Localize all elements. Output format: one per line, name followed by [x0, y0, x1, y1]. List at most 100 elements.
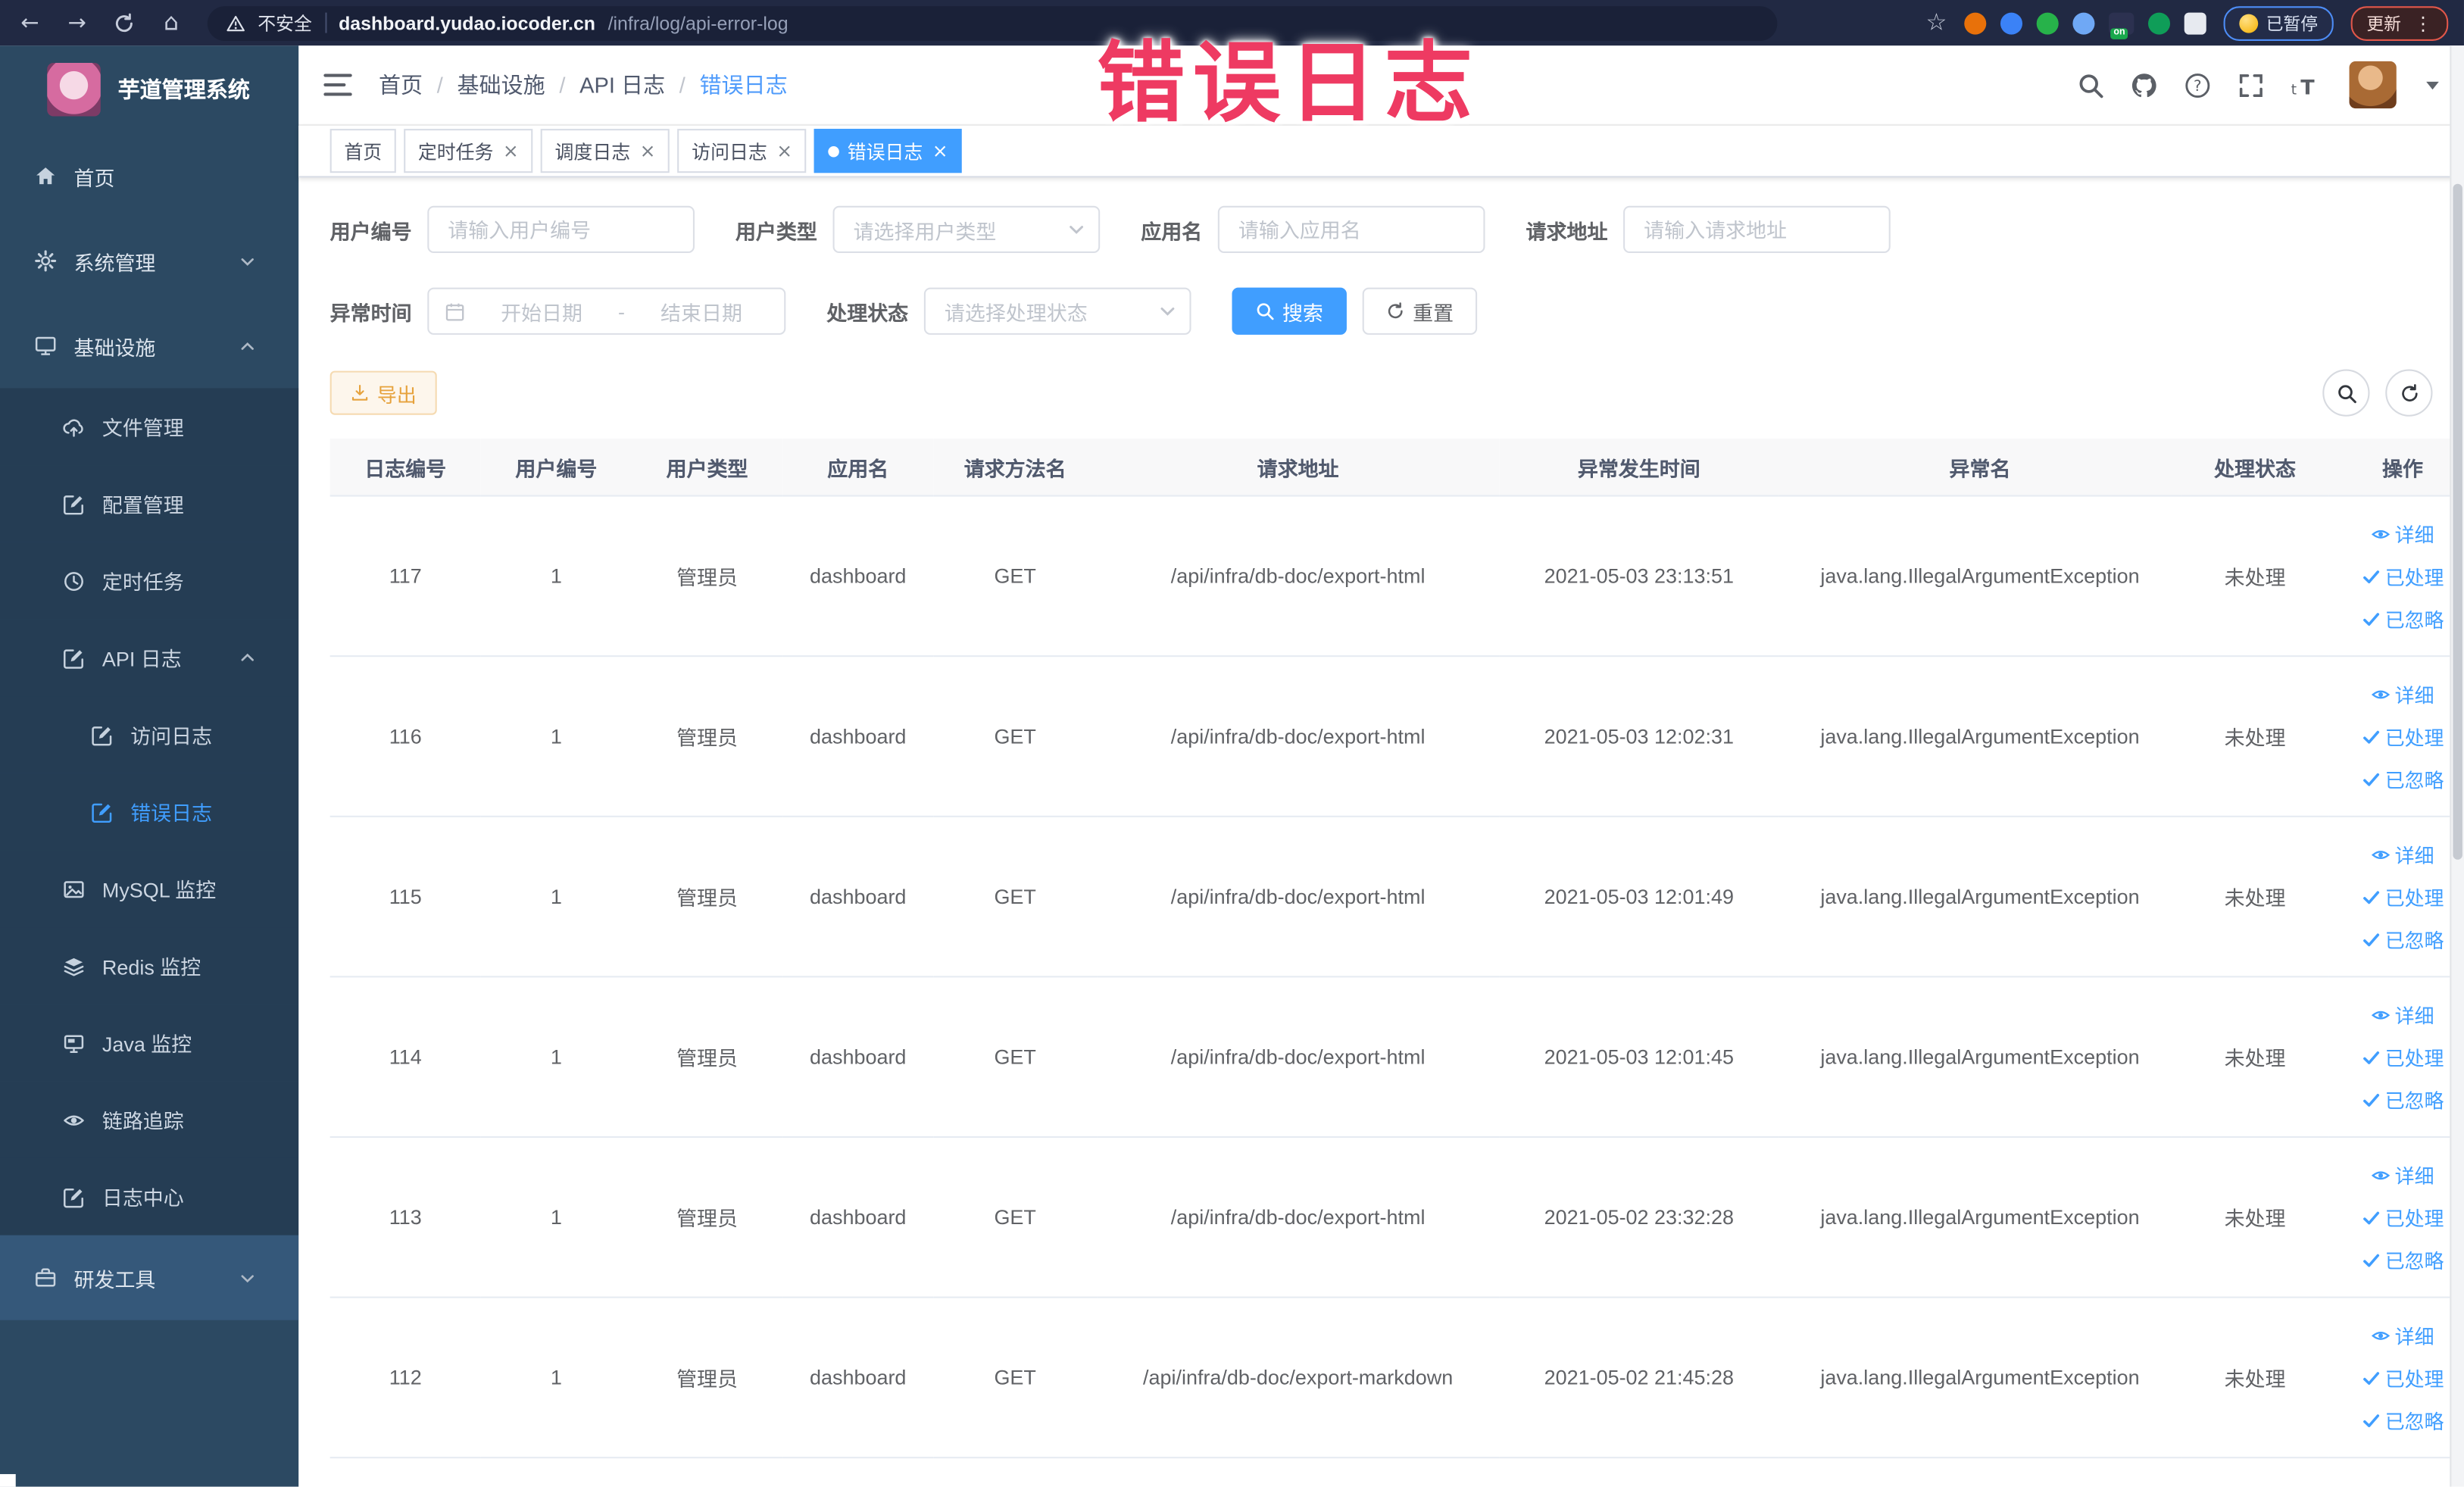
sidebar-item-mysql-monitor[interactable]: MySQL 监控 — [0, 850, 299, 928]
scrollbar-thumb[interactable] — [2453, 183, 2462, 860]
sidebar-item-scheduled-tasks[interactable]: 定时任务 — [0, 542, 299, 620]
cell-user-type: 管理员 — [631, 1136, 783, 1298]
extension-orange-circle-icon[interactable] — [1964, 11, 1987, 34]
request-url-input[interactable] — [1623, 205, 1891, 254]
hamburger-icon[interactable] — [323, 73, 352, 96]
sidebar-item-config-management[interactable]: 配置管理 — [0, 465, 299, 542]
sidebar-item-infrastructure[interactable]: 基础设施 — [0, 303, 298, 388]
date-separator: - — [618, 299, 626, 323]
extension-blue-shield-icon[interactable] — [2000, 11, 2023, 34]
extension-green-leaf-icon[interactable] — [2147, 11, 2171, 34]
action-detail-link[interactable]: 详细 — [2371, 999, 2434, 1029]
action-ignored-link[interactable]: 已忽略 — [2362, 764, 2444, 793]
action-ignored-link[interactable]: 已忽略 — [2362, 1084, 2444, 1114]
action-processed-link[interactable]: 已处理 — [2362, 882, 2444, 911]
sidebar-item-error-log[interactable]: 错误日志 — [0, 773, 299, 851]
sidebar-item-home[interactable]: 首页 — [0, 133, 298, 218]
action-processed-link[interactable]: 已处理 — [2362, 1363, 2444, 1392]
user-id-input[interactable] — [427, 205, 695, 254]
breadcrumb-item[interactable]: API 日志 — [579, 69, 665, 100]
action-processed-link[interactable]: 已处理 — [2362, 1042, 2444, 1071]
fullscreen-icon[interactable] — [2238, 71, 2264, 98]
sidebar-item-redis-monitor[interactable]: Redis 监控 — [0, 927, 299, 1004]
user-type-select[interactable]: 请选择用户类型 — [832, 205, 1101, 254]
breadcrumb-item[interactable]: 基础设施 — [457, 69, 545, 100]
export-button[interactable]: 导出 — [329, 370, 437, 415]
action-detail-link[interactable]: 详细 — [2371, 519, 2434, 548]
action-detail-link[interactable]: 详细 — [2371, 1160, 2434, 1189]
sidebar-item-dev-tools[interactable]: 研发工具 — [0, 1235, 299, 1320]
extension-on-badge-icon[interactable]: on — [2109, 11, 2135, 39]
tab-error-log[interactable]: 错误日志 × — [814, 129, 963, 173]
action-ignored-link[interactable]: 已忽略 — [2362, 1245, 2444, 1274]
paused-badge[interactable]: 已暂停 — [2223, 5, 2334, 40]
tab-home[interactable]: 首页 — [329, 129, 396, 173]
search-icon[interactable] — [2078, 71, 2104, 98]
tab-scheduled-tasks[interactable]: 定时任务 × — [404, 129, 533, 173]
sidebar-item-api-log[interactable]: API 日志 — [0, 619, 299, 697]
sidebar: 芋道管理系统 首页系统管理基础设施 文件管理 配置管理 定时任务 API 日志 访问日志错… — [0, 45, 299, 1487]
toolbox-icon — [35, 1267, 57, 1289]
tab-close-icon[interactable]: × — [640, 142, 656, 161]
sidebar-item-log-center[interactable]: 日志中心 — [0, 1157, 299, 1236]
sidebar-item-system-management[interactable]: 系统管理 — [0, 218, 298, 303]
browser-home-icon[interactable]: ⌂ — [157, 10, 185, 35]
action-detail-link[interactable]: 详细 — [2371, 1320, 2434, 1350]
font-size-icon[interactable]: tT — [2291, 71, 2322, 98]
detail-eye-icon — [2371, 684, 2391, 703]
bookmark-star-icon[interactable]: ☆ — [1926, 10, 1947, 35]
page-scrollbar[interactable] — [2450, 45, 2464, 1487]
extension-white-puzzle-icon[interactable] — [2184, 11, 2206, 34]
app-logo-row[interactable]: 芋道管理系统 — [0, 45, 298, 133]
extension-green-circle-icon[interactable] — [2036, 11, 2059, 34]
cell-status: 未处理 — [2181, 495, 2329, 658]
search-button-label: 搜索 — [1282, 301, 1323, 325]
sidebar-item-java-monitor[interactable]: Java 监控 — [0, 1004, 299, 1082]
exception-time-range-picker[interactable]: 开始日期 - 结束日期 — [427, 287, 786, 335]
tab-close-icon[interactable]: × — [503, 142, 519, 161]
avatar-caret-down-icon[interactable] — [2426, 80, 2439, 89]
action-detail-link[interactable]: 详细 — [2371, 839, 2434, 869]
cell-user-id: 1 — [480, 1297, 632, 1459]
sidebar-item-label: 系统管理 — [73, 250, 156, 275]
kebab-menu-icon[interactable]: ⋮ — [2414, 14, 2433, 33]
toggle-search-button[interactable] — [2322, 369, 2370, 417]
user-avatar[interactable] — [2349, 61, 2397, 109]
action-processed-link[interactable]: 已处理 — [2362, 721, 2444, 751]
search-button[interactable]: 搜索 — [1232, 287, 1348, 335]
update-button[interactable]: 更新 ⋮ — [2350, 5, 2449, 40]
process-status-select[interactable]: 请选择处理状态 — [923, 287, 1191, 335]
reset-button[interactable]: 重置 — [1362, 287, 1478, 335]
cell-user-type: 管理员 — [631, 816, 783, 978]
extension-blue-grid-icon[interactable] — [2072, 11, 2095, 34]
cell-app-name: dashboard — [782, 976, 934, 1139]
browser-forward-icon[interactable]: → — [63, 12, 91, 34]
action-processed-link[interactable]: 已处理 — [2362, 1202, 2444, 1232]
action-ignored-link[interactable]: 已忽略 — [2362, 1405, 2444, 1435]
tab-schedule-log[interactable]: 调度日志 × — [540, 129, 670, 173]
app-name-input[interactable] — [1217, 205, 1485, 254]
refresh-table-button[interactable] — [2385, 369, 2433, 417]
action-detail-link[interactable]: 详细 — [2371, 679, 2434, 708]
help-icon[interactable]: ? — [2184, 71, 2211, 98]
address-bar[interactable]: 不安全 dashboard.yudao.iocoder.cn/infra/log… — [207, 5, 1778, 40]
breadcrumb-item[interactable]: 首页 — [379, 69, 423, 100]
browser-reload-icon[interactable] — [110, 12, 138, 34]
app-logo — [47, 62, 101, 117]
tab-access-log[interactable]: 访问日志 × — [677, 129, 807, 173]
action-processed-link[interactable]: 已处理 — [2362, 561, 2444, 591]
breadcrumb-item[interactable]: 错误日志 — [699, 69, 787, 100]
end-date-placeholder: 结束日期 — [661, 301, 742, 325]
action-ignored-link[interactable]: 已忽略 — [2362, 604, 2444, 633]
browser-back-icon[interactable]: ← — [16, 12, 44, 34]
tab-close-icon[interactable]: × — [932, 142, 948, 161]
github-icon[interactable] — [2131, 71, 2157, 98]
sidebar-item-file-management[interactable]: 文件管理 — [0, 388, 299, 466]
action-ignored-link[interactable]: 已忽略 — [2362, 924, 2444, 954]
cell-request-url: /api/infra/db-doc/export-markdown — [1097, 1297, 1500, 1459]
java-monitor-icon — [63, 1032, 85, 1054]
emoji-icon — [2239, 13, 2259, 33]
tab-close-icon[interactable]: × — [776, 142, 792, 161]
sidebar-item-access-log[interactable]: 访问日志 — [0, 696, 299, 773]
sidebar-item-trace[interactable]: 链路追踪 — [0, 1081, 299, 1158]
